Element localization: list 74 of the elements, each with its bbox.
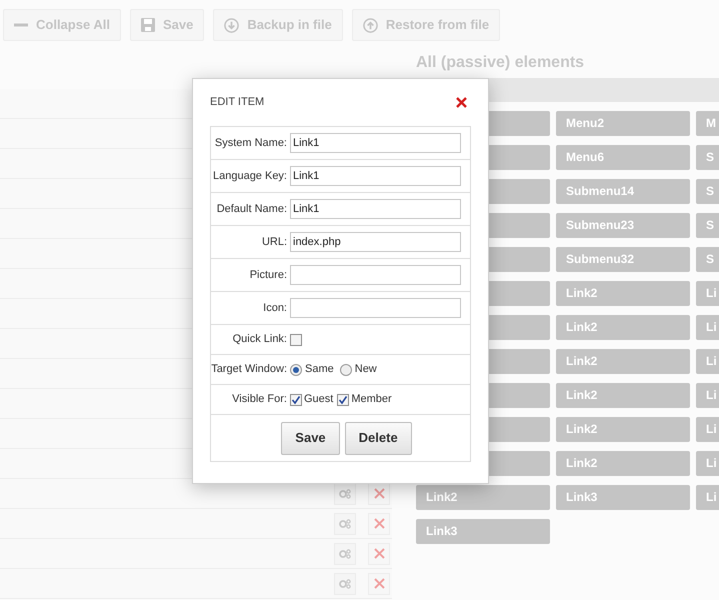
element-tile[interactable]: Menu6 [556,145,690,170]
text-field[interactable] [290,265,461,285]
text-field[interactable]: Link1 [290,133,461,153]
element-tile[interactable]: S [696,247,719,272]
element-tile[interactable]: Submenu23 [556,213,690,238]
text-field[interactable]: index.php [290,232,461,252]
close-icon [374,488,384,499]
delete-button[interactable] [368,572,390,594]
settings-button[interactable] [334,482,356,504]
element-tile[interactable]: Link2 [556,451,690,476]
delete-button[interactable] [368,482,390,504]
option-label: Member [351,392,392,408]
element-tile[interactable]: Link2 [556,349,690,374]
option-label: Guest [304,392,334,408]
settings-button[interactable] [334,542,356,564]
element-tile[interactable]: Link2 [556,315,690,340]
element-tile[interactable]: Li [696,349,719,374]
text-field[interactable]: Link1 [290,166,461,186]
option-label: New [354,362,377,378]
settings-button[interactable] [334,572,356,594]
delete-button[interactable] [368,512,390,534]
floppy-icon [140,18,155,32]
gears-icon [339,518,351,528]
element-tile[interactable]: Link2 [556,383,690,408]
element-tile[interactable]: S [696,179,719,204]
element-tile[interactable]: Submenu14 [556,179,690,204]
field-label: System Name: [214,136,288,151]
minus-icon [14,23,28,27]
dialog-button[interactable]: Delete [344,422,412,454]
gears-icon [339,488,351,498]
gears-icon [339,548,351,558]
element-tile[interactable]: S [696,145,719,170]
element-tile[interactable]: Submenu32 [556,247,690,272]
delete-button[interactable] [368,542,390,564]
element-tile[interactable]: Li [696,315,719,340]
checkbox[interactable] [290,394,302,406]
field-label: URL: [260,234,288,250]
field-label: Default Name: [216,202,288,217]
text-field[interactable]: Link1 [290,199,461,219]
checkbox[interactable] [337,394,350,406]
settings-button[interactable] [334,512,356,534]
element-tile[interactable]: Li [696,383,719,408]
gears-icon [339,578,351,588]
element-tile[interactable]: Link3 [556,485,690,510]
radio-button[interactable] [290,364,302,376]
close-icon [374,518,384,529]
close-icon [374,548,384,559]
element-tile[interactable]: Link2 [416,485,550,510]
element-tile[interactable]: Link3 [416,519,550,544]
radio-button[interactable] [340,364,352,376]
field-label: Picture: [248,268,288,283]
checkbox[interactable] [290,334,302,346]
element-tile[interactable]: Li [696,417,719,442]
field-label: Target Window: [211,362,288,378]
element-tile[interactable]: Li [696,281,719,306]
element-tile[interactable]: Link2 [556,417,690,442]
element-tile[interactable]: Menu2 [556,111,690,136]
field-label: Quick Link: [232,332,288,348]
dialog-button[interactable]: Save [281,422,340,454]
download-icon [224,18,240,32]
element-tile[interactable]: Link2 [556,281,690,306]
close-icon [374,578,384,589]
field-label: Language Key: [212,168,288,184]
element-tile[interactable]: Li [696,451,719,476]
field-label: Icon: [262,300,288,316]
field-label: Visible For: [231,392,288,408]
dialog-title: EDIT ITEM [210,95,264,110]
upload-icon [362,18,378,32]
option-label: Same [305,362,334,378]
close-icon[interactable] [456,97,467,108]
element-tile[interactable]: Li [696,485,719,510]
text-field[interactable] [290,298,461,318]
element-tile[interactable]: S [696,213,719,238]
element-tile[interactable]: M [696,111,719,136]
